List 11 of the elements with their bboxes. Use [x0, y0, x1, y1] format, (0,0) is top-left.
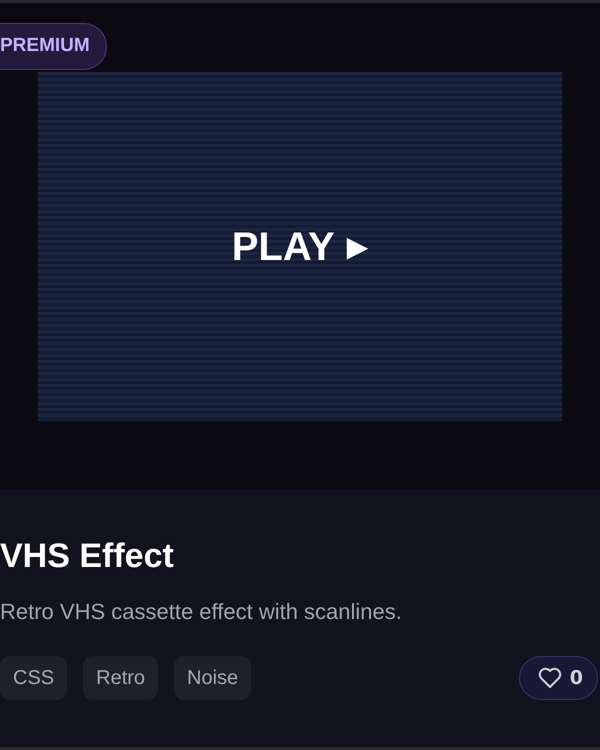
- tag-chip[interactable]: Retro: [83, 656, 158, 700]
- card-description: Retro VHS cassette effect with scanlines.: [0, 598, 403, 626]
- play-icon: ▶: [346, 232, 368, 260]
- like-button[interactable]: 0: [518, 656, 598, 700]
- tag-chip[interactable]: Noise: [174, 656, 252, 700]
- card-title: VHS Effect: [0, 536, 175, 577]
- video-preview[interactable]: PLAY ▶: [38, 72, 562, 421]
- play-label: PLAY: [232, 226, 335, 266]
- heart-icon: [538, 667, 562, 690]
- tag-chip[interactable]: CSS: [0, 656, 68, 700]
- premium-badge: PREMIUM: [0, 23, 107, 70]
